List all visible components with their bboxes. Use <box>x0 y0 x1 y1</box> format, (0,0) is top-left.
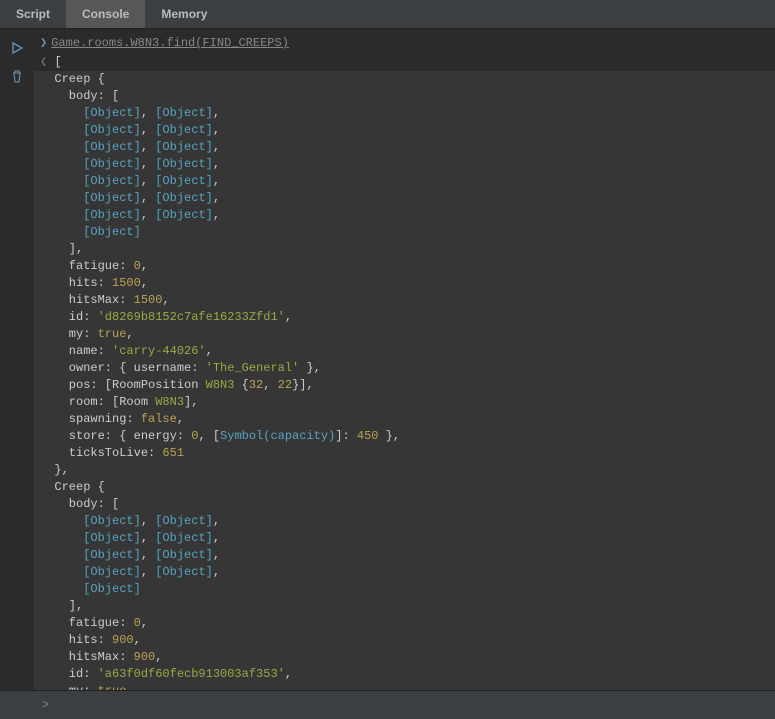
tab-script[interactable]: Script <box>0 0 66 28</box>
tab-bar: Script Console Memory <box>0 0 775 29</box>
console-output[interactable]: ❯ Game.rooms.W8N3.find(FIND_CREEPS) ❮ [ C… <box>34 29 775 690</box>
command-text: Game.rooms.W8N3.find(FIND_CREEPS) <box>51 36 289 50</box>
chevron-left-icon: ❮ <box>40 55 47 69</box>
trash-icon[interactable] <box>10 69 24 83</box>
prompt-chevron-icon: > <box>42 698 49 712</box>
chevron-right-icon: ❯ <box>40 36 47 50</box>
main-area: ❯ Game.rooms.W8N3.find(FIND_CREEPS) ❮ [ C… <box>0 29 775 690</box>
output-body: Creep { body: [ [Object], [Object], [Obj… <box>34 71 775 690</box>
input-bar[interactable]: > <box>0 690 775 719</box>
run-icon[interactable] <box>10 41 24 55</box>
command-line: ❯ Game.rooms.W8N3.find(FIND_CREEPS) <box>34 35 775 54</box>
tab-console[interactable]: Console <box>66 0 145 28</box>
tab-memory[interactable]: Memory <box>145 0 223 28</box>
gutter <box>0 29 34 690</box>
output-marker: ❮ [ <box>34 54 775 71</box>
